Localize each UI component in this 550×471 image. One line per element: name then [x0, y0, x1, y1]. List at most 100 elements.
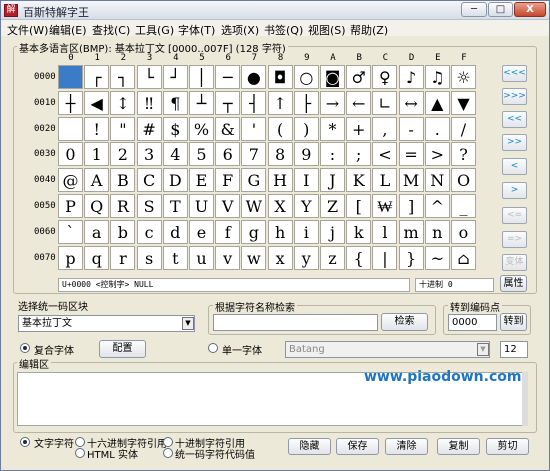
char-cell[interactable]: 5 — [189, 142, 214, 167]
search-button[interactable]: 检索 — [381, 313, 428, 331]
char-cell[interactable]: ⌂ — [451, 245, 476, 270]
next-page-button[interactable]: > — [502, 182, 527, 199]
char-cell[interactable]: A — [84, 168, 110, 193]
char-cell[interactable]: o — [451, 219, 476, 244]
char-cell[interactable]: < — [372, 142, 398, 167]
menu-font[interactable]: 字体(T) — [178, 22, 215, 38]
char-cell[interactable]: C — [136, 168, 162, 193]
char-cell[interactable]: w — [241, 245, 267, 270]
char-cell[interactable]: ├ — [293, 90, 319, 115]
chevron-down-icon[interactable]: ▼ — [182, 317, 194, 330]
char-cell[interactable]: [ — [346, 194, 372, 218]
font-size-spinner[interactable]: 12 — [500, 341, 528, 358]
char-cell[interactable]: t — [162, 245, 188, 270]
char-cell[interactable]: ┼ — [58, 90, 83, 115]
char-cell[interactable]: ☼ — [451, 65, 476, 89]
char-cell[interactable]: ♀ — [372, 65, 398, 89]
char-cell[interactable]: X — [267, 194, 293, 218]
prev-block-button[interactable]: << — [502, 111, 527, 128]
char-cell[interactable]: : — [320, 142, 345, 167]
composite-font-radio[interactable] — [20, 343, 30, 353]
char-cell[interactable]: u — [189, 245, 214, 270]
menu-help[interactable]: 帮助(Z) — [350, 22, 388, 38]
char-cell[interactable]: ┤ — [241, 90, 267, 115]
maximize-button[interactable]: □ — [488, 2, 513, 17]
char-cell[interactable]: % — [189, 116, 214, 141]
char-cell[interactable]: ▲ — [424, 90, 450, 115]
chevron-down-icon[interactable]: ▼ — [477, 343, 489, 356]
char-cell[interactable]: x — [267, 245, 293, 270]
char-cell[interactable]: k — [346, 219, 372, 244]
char-cell[interactable]: ^ — [424, 194, 450, 218]
char-cell[interactable]: ┌ — [84, 65, 110, 89]
char-cell[interactable]: d — [162, 219, 188, 244]
menu-edit[interactable]: 编辑(E) — [49, 22, 87, 38]
char-cell[interactable]: i — [293, 219, 319, 244]
char-cell[interactable]: | — [372, 245, 398, 270]
char-cell[interactable]: ┬ — [215, 90, 241, 115]
char-cell[interactable]: { — [346, 245, 372, 270]
char-cell[interactable]: ( — [267, 116, 293, 141]
menu-find[interactable]: 查找(C) — [92, 22, 130, 38]
properties-button[interactable]: 属性 — [500, 275, 527, 292]
char-cell[interactable]: ▼ — [451, 90, 476, 115]
char-cell[interactable]: f — [215, 219, 241, 244]
char-cell[interactable]: B — [110, 168, 136, 193]
char-cell[interactable]: ← — [346, 90, 372, 115]
char-cell[interactable]: # — [136, 116, 162, 141]
char-cell[interactable]: ┘ — [162, 65, 188, 89]
char-cell[interactable]: → — [320, 90, 345, 115]
char-cell[interactable]: ` — [58, 219, 83, 244]
single-font-radio[interactable] — [208, 343, 218, 353]
next-block-button[interactable]: >> — [502, 134, 527, 151]
char-cell[interactable]: 9 — [293, 142, 319, 167]
hide-button[interactable]: 隐藏 — [288, 438, 331, 455]
text-char-radio[interactable] — [20, 437, 30, 447]
char-cell[interactable]: } — [398, 245, 424, 270]
menu-view[interactable]: 视图(S) — [308, 22, 346, 38]
save-button[interactable]: 保存 — [336, 438, 379, 455]
char-cell[interactable]: h — [267, 219, 293, 244]
char-cell[interactable]: * — [320, 116, 345, 141]
char-cell[interactable]: . — [424, 116, 450, 141]
char-cell[interactable] — [58, 116, 83, 141]
char-cell[interactable]: ? — [451, 142, 476, 167]
char-cell[interactable]: a — [84, 219, 110, 244]
char-cell[interactable]: 0 — [58, 142, 83, 167]
cut-button[interactable]: 剪切 — [486, 438, 529, 455]
char-cell[interactable]: ♪ — [398, 65, 424, 89]
back-button[interactable]: <= — [502, 207, 527, 224]
char-cell[interactable]: Y — [293, 194, 319, 218]
char-cell[interactable]: > — [424, 142, 450, 167]
char-cell[interactable]: n — [424, 219, 450, 244]
char-cell[interactable]: 4 — [162, 142, 188, 167]
char-cell[interactable]: │ — [189, 65, 214, 89]
forward-button[interactable]: => — [502, 231, 527, 248]
char-cell[interactable]: ¶ — [162, 90, 188, 115]
font-select[interactable]: Batang ▼ — [285, 341, 490, 358]
char-cell[interactable]: r — [110, 245, 136, 270]
html-entity-radio[interactable] — [75, 448, 85, 458]
block-select[interactable]: 基本拉丁文 ▼ — [18, 315, 195, 332]
char-cell[interactable]: @ — [58, 168, 83, 193]
char-cell[interactable]: T — [162, 194, 188, 218]
char-cell[interactable]: P — [58, 194, 83, 218]
char-cell[interactable]: ~ — [424, 245, 450, 270]
name-search-input[interactable] — [213, 314, 378, 331]
char-cell[interactable]: W — [241, 194, 267, 218]
char-cell[interactable]: ◀ — [84, 90, 110, 115]
char-cell[interactable]: ♫ — [424, 65, 450, 89]
char-cell[interactable]: ∟ — [372, 90, 398, 115]
char-cell[interactable]: 3 — [136, 142, 162, 167]
char-cell[interactable]: U — [189, 194, 214, 218]
last-block-button[interactable]: >>> — [502, 88, 527, 105]
char-cell[interactable]: m — [398, 219, 424, 244]
goto-button[interactable]: 转到 — [500, 313, 527, 331]
char-cell[interactable]: ◘ — [267, 65, 293, 89]
char-cell[interactable]: F — [215, 168, 241, 193]
char-cell[interactable]: _ — [451, 194, 476, 218]
char-cell[interactable]: K — [346, 168, 372, 193]
char-cell[interactable]: ─ — [215, 65, 241, 89]
char-cell[interactable]: ' — [241, 116, 267, 141]
char-cell[interactable]: p — [58, 245, 83, 270]
